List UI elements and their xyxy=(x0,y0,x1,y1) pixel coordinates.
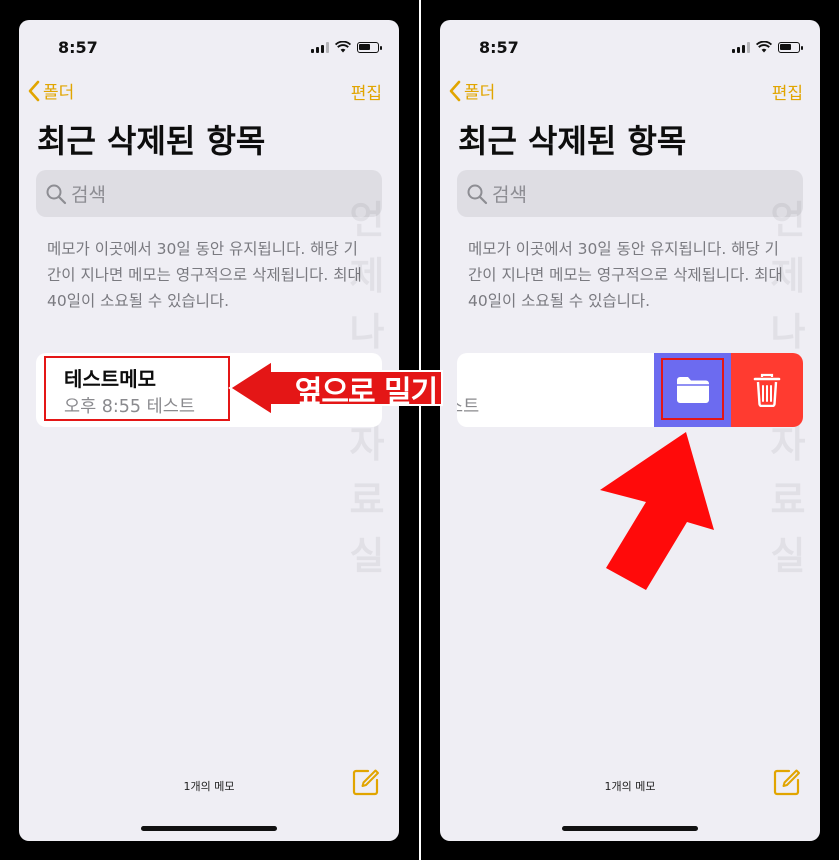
note-count: 1개의 메모 xyxy=(183,780,235,793)
status-time: 8:57 xyxy=(479,38,519,57)
wifi-icon xyxy=(756,41,772,53)
search-placeholder: 검색 xyxy=(71,184,106,206)
search-input[interactable]: 검색 xyxy=(36,170,382,217)
delete-button[interactable] xyxy=(731,353,803,427)
trash-icon xyxy=(753,373,781,407)
back-label: 폴더 xyxy=(464,83,496,103)
edit-button[interactable]: 편집 xyxy=(772,79,803,104)
status-icons xyxy=(311,41,382,53)
status-icons xyxy=(732,41,803,53)
search-placeholder: 검색 xyxy=(492,184,527,206)
cellular-signal-icon xyxy=(732,41,750,53)
swipe-annotation-label: 옆으로 밀기 xyxy=(294,375,438,410)
battery-icon xyxy=(778,41,803,53)
note-subtitle: 스트 xyxy=(457,397,480,417)
search-icon xyxy=(467,184,488,204)
retention-info-text: 메모가 이곳에서 30일 동안 유지됩니다. 해당 기간이 지나면 메모는 영구… xyxy=(468,240,783,310)
chevron-left-icon xyxy=(449,80,461,101)
note-list-item-swiped[interactable]: 스트 xyxy=(457,353,803,427)
wifi-icon xyxy=(335,41,351,53)
status-time: 8:57 xyxy=(58,38,98,57)
swipe-annotation-arrow: 옆으로 밀기 xyxy=(228,359,448,417)
note-highlight-box xyxy=(44,356,230,421)
note-count: 1개의 메모 xyxy=(604,780,656,793)
folder-highlight-box xyxy=(661,358,724,420)
search-icon xyxy=(46,184,67,204)
phone-screen-before: 8:57 폴더 편집 최근 삭제된 항목 검색 메모가 이곳에서 30일 동안 … xyxy=(19,20,399,841)
cellular-signal-icon xyxy=(311,41,329,53)
back-label: 폴더 xyxy=(43,83,75,103)
back-button[interactable]: 폴더 xyxy=(448,78,495,103)
page-title: 최근 삭제된 항목 xyxy=(37,122,266,160)
move-to-folder-button[interactable] xyxy=(654,353,731,427)
home-indicator xyxy=(562,826,698,831)
compose-icon[interactable] xyxy=(352,768,380,796)
edit-button[interactable]: 편집 xyxy=(351,79,382,104)
pointer-arrow-icon xyxy=(600,432,714,590)
chevron-left-icon xyxy=(28,80,40,101)
retention-info-text: 메모가 이곳에서 30일 동안 유지됩니다. 해당 기간이 지나면 메모는 영구… xyxy=(47,240,362,310)
back-button[interactable]: 폴더 xyxy=(27,78,74,103)
phone-screen-after: 8:57 폴더 편집 최근 삭제된 항목 검색 메모가 이곳에서 30일 동안 … xyxy=(440,20,820,841)
home-indicator xyxy=(141,826,277,831)
battery-icon xyxy=(357,41,382,53)
compose-icon[interactable] xyxy=(773,768,801,796)
page-title: 최근 삭제된 항목 xyxy=(458,122,687,160)
panel-divider xyxy=(419,0,421,860)
search-input[interactable]: 검색 xyxy=(457,170,803,217)
